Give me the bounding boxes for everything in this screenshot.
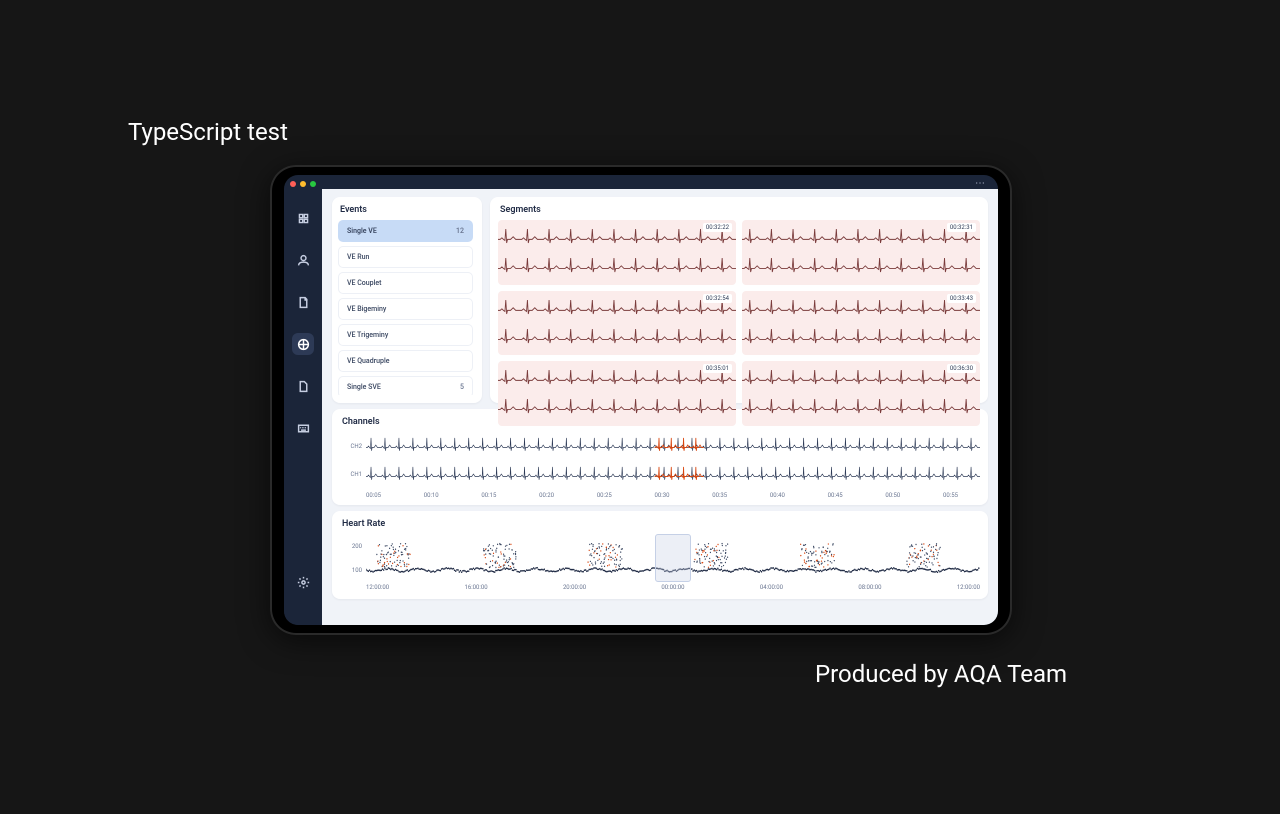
segment-thumbnail[interactable]: 00:32:31 xyxy=(742,220,980,285)
time-tick: 00:10 xyxy=(424,492,439,499)
maximize-window-icon[interactable] xyxy=(310,181,316,187)
heartrate-title: Heart Rate xyxy=(340,519,980,529)
segment-timestamp: 00:33:43 xyxy=(947,294,976,303)
hr-x-tick: 16:00:00 xyxy=(464,584,487,591)
segment-timestamp: 00:32:22 xyxy=(703,223,732,232)
time-tick: 00:35 xyxy=(712,492,727,499)
time-tick: 00:20 xyxy=(539,492,554,499)
channel-label: CH1 xyxy=(340,471,362,478)
events-title: Events xyxy=(338,205,476,215)
window-titlebar: ⋯ xyxy=(284,175,998,189)
hr-x-tick: 04:00:00 xyxy=(760,584,783,591)
hr-y-tick: 200 xyxy=(340,543,362,550)
event-label: Single VE xyxy=(347,227,377,235)
event-item[interactable]: VE Couplet xyxy=(338,272,473,294)
close-window-icon[interactable] xyxy=(290,181,296,187)
hr-x-tick: 20:00:00 xyxy=(563,584,586,591)
sidebar xyxy=(284,189,322,625)
hr-x-tick: 00:00:00 xyxy=(661,584,684,591)
segment-thumbnail[interactable]: 00:33:43 xyxy=(742,291,980,356)
keyboard-icon[interactable] xyxy=(292,417,314,439)
event-label: VE Run xyxy=(347,253,369,261)
minimize-window-icon[interactable] xyxy=(300,181,306,187)
event-count: 12 xyxy=(456,227,464,235)
event-item[interactable]: VE Trigeminy xyxy=(338,324,473,346)
time-tick: 00:25 xyxy=(597,492,612,499)
segment-thumbnail[interactable]: 00:32:22 xyxy=(498,220,736,285)
events-list[interactable]: Single VE 12 VE Run VE Couplet VE Bigeminy VE… xyxy=(338,220,476,395)
segment-thumbnail[interactable]: 00:36:30 xyxy=(742,361,980,426)
event-count: 5 xyxy=(460,383,464,391)
hr-x-tick: 08:00:00 xyxy=(858,584,881,591)
segment-timestamp: 00:32:54 xyxy=(703,294,732,303)
segments-title: Segments xyxy=(498,205,980,215)
file-icon[interactable] xyxy=(292,375,314,397)
time-tick: 00:55 xyxy=(943,492,958,499)
page-footer-caption: Produced by AQA Team xyxy=(815,660,1067,688)
heartrate-panel: Heart Rate 200 100 12:00:00 16:00:00 20:00:… xyxy=(332,511,988,599)
settings-icon[interactable] xyxy=(292,571,314,593)
segment-timestamp: 00:32:31 xyxy=(947,223,976,232)
events-panel: Events Single VE 12 VE Run VE Couplet VE Big… xyxy=(332,197,482,403)
time-tick: 00:05 xyxy=(366,492,381,499)
event-item[interactable]: VE Run xyxy=(338,246,473,268)
event-item[interactable]: VE Bigeminy xyxy=(338,298,473,320)
channel-label: CH2 xyxy=(340,443,362,450)
main-content: Events Single VE 12 VE Run VE Couplet VE Big… xyxy=(322,189,998,625)
time-tick: 00:45 xyxy=(828,492,843,499)
segment-timestamp: 00:35:01 xyxy=(703,364,732,373)
dashboard-icon[interactable] xyxy=(292,207,314,229)
time-tick: 00:15 xyxy=(481,492,496,499)
event-label: VE Couplet xyxy=(347,279,381,287)
analysis-icon[interactable] xyxy=(292,333,314,355)
page-title-caption: TypeScript test xyxy=(128,118,288,146)
heartrate-selection[interactable] xyxy=(655,534,692,582)
event-item[interactable]: Single SVE 5 xyxy=(338,376,473,395)
patient-icon[interactable] xyxy=(292,249,314,271)
event-label: VE Bigeminy xyxy=(347,305,386,313)
hr-y-tick: 100 xyxy=(340,567,362,574)
window-menu-icon[interactable]: ⋯ xyxy=(975,178,992,189)
event-label: VE Trigeminy xyxy=(347,331,388,339)
segment-thumbnail[interactable]: 00:32:54 xyxy=(498,291,736,356)
time-tick: 00:30 xyxy=(655,492,670,499)
segment-thumbnail[interactable]: 00:35:01 xyxy=(498,361,736,426)
event-label: Single SVE xyxy=(347,383,381,391)
app-screen: ⋯ Events Single VE 12 VE Run VE Couplet VE B… xyxy=(284,175,998,625)
event-item[interactable]: Single VE 12 xyxy=(338,220,473,242)
event-item[interactable]: VE Quadruple xyxy=(338,350,473,372)
time-tick: 00:40 xyxy=(770,492,785,499)
hr-x-tick: 12:00:00 xyxy=(366,584,389,591)
time-tick: 00:50 xyxy=(885,492,900,499)
segment-timestamp: 00:36:30 xyxy=(947,364,976,373)
tablet-frame: ⋯ Events Single VE 12 VE Run VE Couplet VE B… xyxy=(270,165,1012,635)
heartrate-chart[interactable] xyxy=(366,534,980,582)
channel-waveform[interactable] xyxy=(366,432,980,461)
hr-x-tick: 12:00:00 xyxy=(957,584,980,591)
channel-waveform[interactable] xyxy=(366,461,980,490)
segments-panel: Segments 00:32:22 00:32:31 00:32:54 00:3… xyxy=(490,197,988,403)
event-label: VE Quadruple xyxy=(347,357,389,365)
report-icon[interactable] xyxy=(292,291,314,313)
